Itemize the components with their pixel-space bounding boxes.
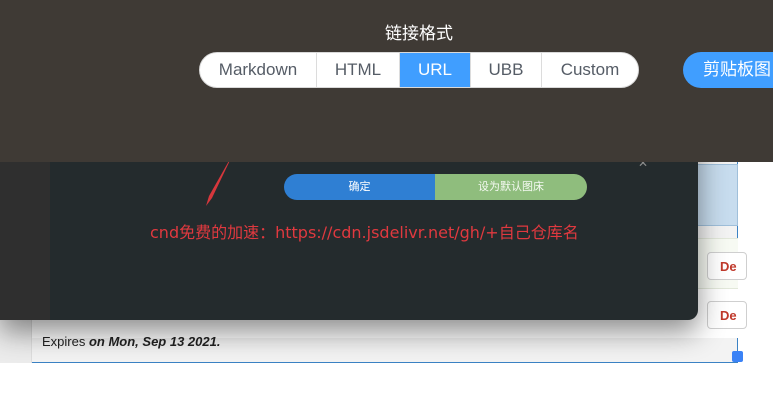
set-default-button[interactable]: 设为默认图床 <box>435 174 587 200</box>
resize-handle[interactable] <box>732 351 743 362</box>
link-format-toolbar: 链接格式 Markdown HTML URL UBB Custom 剪贴板图 <box>0 0 773 162</box>
expires-date: on Mon, Sep 13 2021. <box>88 334 221 349</box>
confirm-button[interactable]: 确定 <box>284 174 435 200</box>
delete-button[interactable]: De <box>707 252 747 280</box>
expires-text: Expires on Mon, Sep 13 2021. <box>42 334 220 349</box>
expires-prefix: Expires <box>42 334 89 349</box>
delete-button[interactable]: De <box>707 301 747 329</box>
format-segmented-control: Markdown HTML URL UBB Custom <box>199 52 639 88</box>
format-markdown-button[interactable]: Markdown <box>200 53 317 87</box>
format-url-button[interactable]: URL <box>400 53 471 87</box>
clipboard-image-button[interactable]: 剪贴板图 <box>683 52 773 88</box>
link-format-title: 链接格式 <box>385 24 453 44</box>
annotation-text: cnd免费的加速：https://cdn.jsdelivr.net/gh/+自己… <box>150 223 579 242</box>
format-custom-button[interactable]: Custom <box>542 53 638 87</box>
format-html-button[interactable]: HTML <box>317 53 400 87</box>
screenshot-stage: ▬▬▬▬▬▬▬▬ ▬▬▬▬▬▬▬▬ ▬▬▬▬ ▬ De De Expires o… <box>0 0 773 414</box>
format-ubb-button[interactable]: UBB <box>471 53 542 87</box>
